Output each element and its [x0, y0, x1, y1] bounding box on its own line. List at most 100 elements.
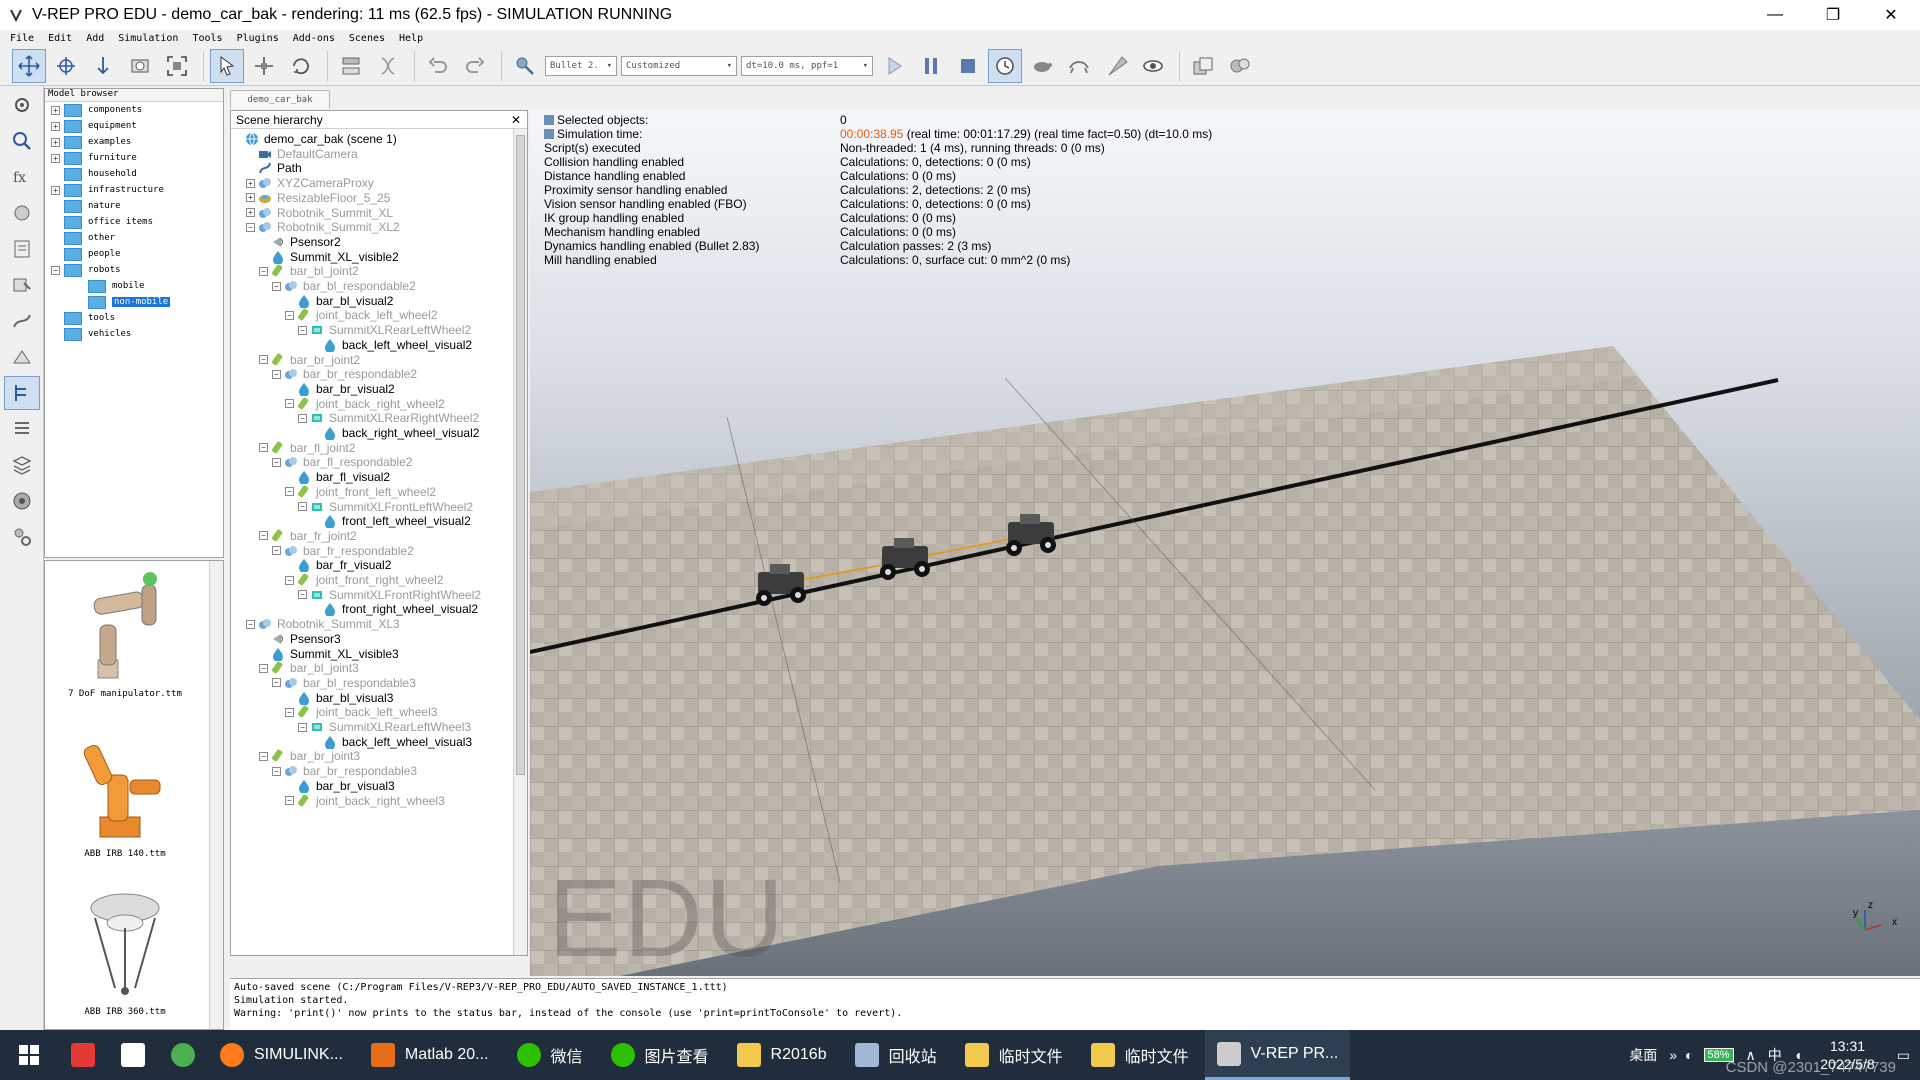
dynamics-settings-icon[interactable]	[508, 49, 542, 83]
menu-plugins[interactable]: Plugins	[237, 33, 279, 44]
toggle-icon[interactable]	[544, 129, 554, 139]
collapse-icon[interactable]: −	[272, 457, 281, 467]
slow-down-icon[interactable]	[1025, 49, 1059, 83]
redo-icon[interactable]	[458, 49, 492, 83]
collapse-icon[interactable]: −	[246, 619, 255, 629]
undo-icon[interactable]	[421, 49, 455, 83]
visualization-toggle-icon[interactable]	[1136, 49, 1170, 83]
menu-addons[interactable]: Add-ons	[293, 33, 335, 44]
expand-icon[interactable]: +	[51, 153, 60, 163]
collapse-icon[interactable]: −	[259, 663, 268, 673]
menu-scenes[interactable]: Scenes	[349, 33, 385, 44]
click-select-icon[interactable]	[210, 48, 244, 83]
model-browser-item[interactable]: household	[45, 166, 223, 182]
menu-tools[interactable]: Tools	[192, 33, 222, 44]
shape-edit-icon[interactable]	[4, 340, 40, 374]
collapse-icon[interactable]: −	[285, 575, 294, 585]
toggle-icon[interactable]	[544, 115, 554, 125]
path-icon[interactable]	[4, 304, 40, 338]
speed-up-icon[interactable]	[1062, 49, 1096, 83]
model-browser-item[interactable]: people	[45, 246, 223, 262]
show-desktop-label[interactable]: 桌面	[1629, 1045, 1657, 1065]
camera-shift-icon[interactable]	[86, 49, 120, 83]
collapse-icon[interactable]: −	[285, 399, 294, 409]
collapse-icon[interactable]: −	[298, 413, 307, 423]
collapse-icon[interactable]: −	[298, 325, 307, 335]
model-browser-item[interactable]: tools	[45, 310, 223, 326]
simulation-settings-icon[interactable]	[4, 88, 40, 122]
network-icon[interactable]: ◐	[1685, 1047, 1693, 1063]
timestep-select[interactable]: dt=10.0 ms, ppf=1 ▾	[741, 55, 873, 76]
notification-icon[interactable]: ▭	[1897, 1047, 1910, 1064]
taskbar-app[interactable]: Matlab 20...	[359, 1030, 501, 1080]
thumbnail-7dof-manipulator[interactable]: 7 DoF manipulator.ttm	[45, 565, 205, 715]
list-view-icon[interactable]	[4, 412, 40, 446]
collapse-icon[interactable]: −	[285, 487, 294, 497]
collapse-icon[interactable]: −	[298, 590, 307, 600]
camera-rotate-icon[interactable]	[49, 49, 83, 83]
page-selector-icon[interactable]	[1223, 49, 1257, 83]
collapse-icon[interactable]: −	[259, 355, 268, 364]
collapse-icon[interactable]: −	[285, 707, 294, 717]
taskbar-app[interactable]	[108, 1030, 158, 1080]
taskbar-app[interactable]: 临时文件	[1079, 1030, 1201, 1080]
layers-icon[interactable]	[4, 448, 40, 482]
transfer-dna-icon[interactable]	[371, 49, 405, 83]
minimize-button[interactable]: —	[1746, 0, 1804, 30]
restore-button[interactable]: ❐	[1804, 0, 1862, 30]
hierarchy-scrollbar[interactable]	[513, 129, 527, 955]
physics-engine-select[interactable]: Bullet 2. ▾	[545, 55, 617, 76]
collections-icon[interactable]	[4, 232, 40, 266]
taskbar-app[interactable]: V-REP PR...	[1204, 1030, 1351, 1080]
model-browser-item[interactable]: + furniture	[45, 150, 223, 166]
model-browser-item[interactable]: + infrastructure	[45, 182, 223, 198]
scene-selector-icon[interactable]	[1186, 49, 1220, 83]
taskbar-app[interactable]: 临时文件	[953, 1030, 1075, 1080]
tab-demo-car-bak[interactable]: demo_car_bak	[230, 90, 330, 108]
collapse-icon[interactable]: −	[51, 265, 60, 275]
scene-hierarchy-toggle-icon[interactable]	[4, 376, 40, 410]
taskbar-app[interactable]	[158, 1030, 208, 1080]
camera-pan-icon[interactable]	[12, 48, 46, 83]
accuracy-select[interactable]: Customized ▾	[621, 55, 737, 76]
collapse-icon[interactable]: −	[259, 531, 268, 541]
thumbnail-abb-irb-140[interactable]: ABB IRB 140.ttm	[45, 725, 205, 875]
menu-add[interactable]: Add	[86, 33, 104, 44]
model-browser-item[interactable]: + equipment	[45, 118, 223, 134]
assemble-icon[interactable]	[334, 49, 368, 83]
real-time-icon[interactable]	[988, 48, 1022, 83]
collapse-icon[interactable]: −	[272, 678, 281, 688]
taskbar-app[interactable]: 回收站	[843, 1030, 949, 1080]
collapse-icon[interactable]: −	[298, 722, 307, 732]
model-browser-item[interactable]: − robots	[45, 262, 223, 278]
expand-icon[interactable]: +	[51, 105, 60, 115]
model-browser-item[interactable]: vehicles	[45, 326, 223, 342]
model-browser-item[interactable]: + components	[45, 102, 223, 118]
expand-icon[interactable]: +	[51, 121, 60, 131]
calculation-modules-icon[interactable]	[4, 196, 40, 230]
video-recorder-icon[interactable]	[4, 484, 40, 518]
model-browser-item[interactable]: office items	[45, 214, 223, 230]
collapse-icon[interactable]: −	[259, 751, 268, 761]
chevron-up-icon[interactable]: »	[1669, 1047, 1677, 1063]
collapse-icon[interactable]: −	[272, 369, 281, 379]
object-shift-icon[interactable]	[247, 49, 281, 83]
model-browser-item[interactable]: non-mobile	[45, 294, 223, 310]
collapse-icon[interactable]: −	[259, 443, 268, 453]
collapse-icon[interactable]: −	[298, 502, 307, 511]
taskbar-app[interactable]: R2016b	[725, 1030, 839, 1080]
menu-simulation[interactable]: Simulation	[118, 33, 178, 44]
scrollbar-thumb[interactable]	[516, 135, 525, 775]
hierarchy-row[interactable]: − joint_back_right_wheel3	[285, 792, 445, 810]
thread-rendering-icon[interactable]	[1099, 49, 1133, 83]
expand-icon[interactable]: +	[246, 178, 255, 188]
model-browser-item[interactable]: nature	[45, 198, 223, 214]
expand-icon[interactable]: +	[246, 193, 255, 203]
close-button[interactable]: ✕	[1862, 0, 1920, 30]
collapse-icon[interactable]: −	[259, 266, 268, 276]
windows-start-icon[interactable]	[0, 1030, 58, 1080]
camera-opening-icon[interactable]	[123, 49, 157, 83]
menu-edit[interactable]: Edit	[48, 33, 72, 44]
taskbar-app[interactable]: 微信	[505, 1030, 595, 1080]
3d-viewport[interactable]: z y x EDU Selected objects: Simulation ti…	[530, 110, 1920, 976]
